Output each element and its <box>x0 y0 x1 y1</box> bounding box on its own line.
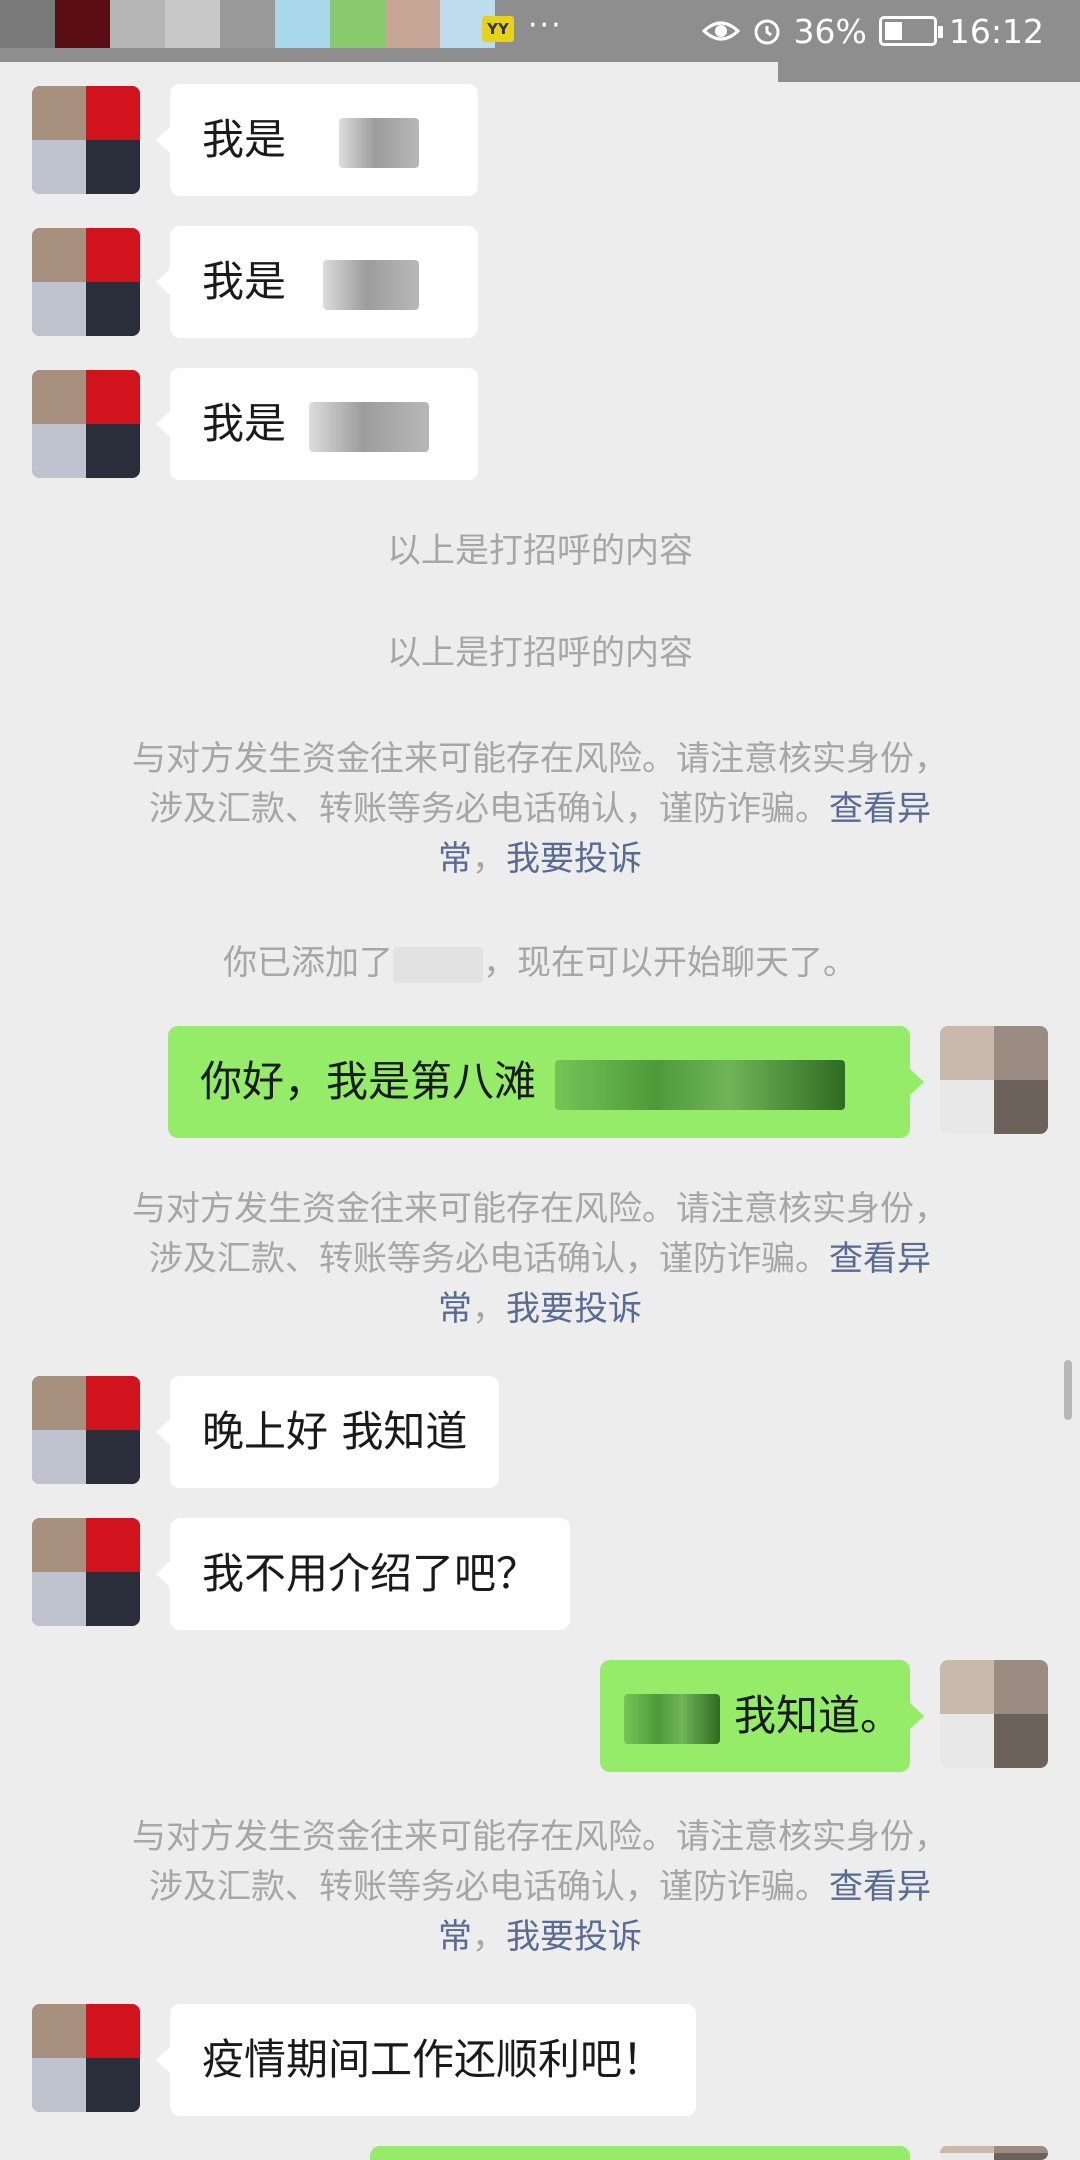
clock: 16:12 <box>948 11 1044 51</box>
status-bar: YY ··· 36% 16:12 <box>0 0 1080 82</box>
notification-icon <box>220 0 275 48</box>
notification-icon <box>0 0 55 48</box>
view-anomaly-link[interactable]: 常 <box>438 1917 472 1957</box>
message-bubble-incoming[interactable]: 我是 <box>156 368 478 480</box>
risk-warning-notice: 与对方发生资金往来可能存在风险。请注意核实身份， 涉及汇款、转账等务必电话确认，… <box>80 1184 1000 1334</box>
friend-added-prefix: 你已添加了 <box>223 943 393 983</box>
my-avatar[interactable] <box>940 1026 1048 1134</box>
redacted-name <box>339 117 420 168</box>
notification-icon <box>55 0 110 48</box>
notification-icon <box>385 0 440 48</box>
separator: ， <box>472 1289 506 1329</box>
notification-icons <box>0 0 495 48</box>
redacted-text <box>555 1059 846 1110</box>
risk-warning-line: 涉及汇款、转账等务必电话确认，谨防诈骗。 <box>149 789 829 829</box>
risk-warning-notice: 与对方发生资金往来可能存在风险。请注意核实身份， 涉及汇款、转账等务必电话确认，… <box>80 734 1000 884</box>
scrollbar-thumb[interactable] <box>1064 1360 1072 1420</box>
contact-avatar[interactable] <box>32 86 140 194</box>
message-text: 我是 <box>202 115 287 164</box>
risk-warning-line: 涉及汇款、转账等务必电话确认，谨防诈骗。 <box>149 1239 829 1279</box>
more-notifications-icon: ··· <box>528 8 563 43</box>
contact-avatar[interactable] <box>32 1518 140 1626</box>
view-anomaly-link[interactable]: 查看异 <box>829 789 931 829</box>
friend-added-suffix: ，现在可以开始聊天了。 <box>483 943 857 983</box>
message-text: 疫情期间工作还顺利吧！ <box>202 2035 665 2084</box>
redacted-text <box>624 1693 720 1744</box>
redacted-name <box>323 259 420 310</box>
message-text: 你好，我是第八滩 <box>200 1057 537 1106</box>
notification-icon <box>165 0 220 48</box>
message-bubble-outgoing[interactable]: 你好，我是第八滩 <box>168 1026 924 1138</box>
risk-warning-line: 与对方发生资金往来可能存在风险。请注意核实身份， <box>132 739 948 779</box>
message-bubble-outgoing-partial[interactable] <box>370 2146 910 2160</box>
greeting-notice: 以上是打招呼的内容 <box>387 531 693 571</box>
contact-avatar[interactable] <box>32 2004 140 2112</box>
view-anomaly-link[interactable]: 查看异 <box>829 1239 931 1279</box>
risk-warning-line: 涉及汇款、转账等务必电话确认，谨防诈骗。 <box>149 1867 829 1907</box>
battery-icon <box>878 16 943 46</box>
redacted-name <box>309 401 430 452</box>
my-avatar[interactable] <box>940 2146 1048 2160</box>
greeting-notice: 以上是打招呼的内容 <box>387 633 693 673</box>
status-indicators: 36% 16:12 <box>701 8 1044 54</box>
message-bubble-outgoing[interactable]: 我知道。 <box>600 1660 924 1772</box>
contact-avatar[interactable] <box>32 228 140 336</box>
separator: ， <box>472 839 506 879</box>
message-text: 我是 <box>202 399 287 448</box>
view-anomaly-link[interactable]: 查看异 <box>829 1867 931 1907</box>
notification-icon <box>110 0 165 48</box>
message-bubble-incoming[interactable]: 我不用介绍了吧？ <box>155 1518 571 1630</box>
view-anomaly-link[interactable]: 常 <box>438 1289 472 1329</box>
message-bubble-incoming[interactable]: 我是 <box>156 84 478 196</box>
my-avatar[interactable] <box>940 1660 1048 1768</box>
message-bubble-incoming[interactable]: 我是 <box>156 226 478 338</box>
notification-icon <box>330 0 385 48</box>
redacted-name <box>393 946 483 983</box>
message-text: 我知道。 <box>734 1691 903 1740</box>
battery-percent: 36% <box>793 11 867 51</box>
message-bubble-incoming[interactable]: 疫情期间工作还顺利吧！ <box>155 2004 697 2116</box>
friend-added-notice: 你已添加了 ，现在可以开始聊天了。 <box>80 938 1000 988</box>
alarm-icon <box>754 19 780 45</box>
risk-warning-notice: 与对方发生资金往来可能存在风险。请注意核实身份， 涉及汇款、转账等务必电话确认，… <box>80 1812 1000 1962</box>
message-text: 我不用介绍了吧？ <box>202 1549 539 1598</box>
contact-avatar[interactable] <box>32 370 140 478</box>
yy-app-icon: YY <box>482 16 514 42</box>
notification-icon <box>275 0 330 48</box>
contact-avatar[interactable] <box>32 1376 140 1484</box>
report-link[interactable]: 我要投诉 <box>506 1289 642 1329</box>
eye-comfort-icon <box>701 21 740 41</box>
report-link[interactable]: 我要投诉 <box>506 839 642 879</box>
message-text: 晚上好 我知道 <box>202 1407 468 1456</box>
message-text: 我是 <box>202 257 287 306</box>
message-bubble-incoming[interactable]: 晚上好 我知道 <box>155 1376 500 1488</box>
separator: ， <box>472 1917 506 1957</box>
risk-warning-line: 与对方发生资金往来可能存在风险。请注意核实身份， <box>132 1189 948 1229</box>
risk-warning-line: 与对方发生资金往来可能存在风险。请注意核实身份， <box>132 1817 948 1857</box>
report-link[interactable]: 我要投诉 <box>506 1917 642 1957</box>
view-anomaly-link[interactable]: 常 <box>438 839 472 879</box>
